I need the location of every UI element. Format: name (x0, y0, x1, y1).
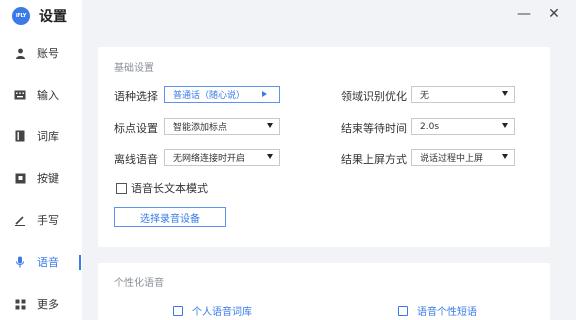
language-select[interactable]: 普通话（随心说） (164, 86, 280, 103)
long-text-mode-checkbox[interactable] (116, 182, 127, 194)
sidebar-item-input[interactable]: 输入 (0, 81, 82, 109)
minimize-button[interactable]: — (514, 4, 534, 24)
dropdown-arrow-icon (502, 154, 508, 159)
sidebar-item-label: 词库 (37, 130, 59, 143)
personal-phrase-link[interactable]: 语音个性短语 (398, 303, 477, 318)
lexicon-icon (173, 305, 183, 316)
active-indicator (79, 255, 81, 270)
sidebar-item-label: 语音 (37, 256, 59, 269)
sidebar-item-label: 更多 (37, 298, 59, 311)
sidebar-item-keys[interactable]: 按键 (0, 164, 82, 192)
phrase-icon (398, 305, 408, 316)
sidebar-item-voice[interactable]: 语音 (0, 248, 82, 276)
ifly-logo-icon: iFLY (12, 7, 30, 25)
personal-lexicon-link[interactable]: 个人语音词库 (173, 303, 252, 318)
sidebar-item-label: 账号 (37, 47, 59, 60)
screen-mode-value: 说话过程中上屏 (420, 154, 484, 164)
section-title-personal: 个性化语音 (114, 278, 164, 289)
select-recording-device-button[interactable]: 选择录音设备 (114, 207, 226, 227)
person-icon (14, 47, 26, 59)
close-button[interactable]: ✕ (544, 4, 564, 24)
play-arrow-icon (262, 91, 267, 97)
brand: iFLY 设置 (12, 5, 67, 27)
sidebar-item-handwriting[interactable]: 手写 (0, 206, 82, 234)
page-title: 设置 (39, 9, 67, 25)
personal-phrase-label: 语音个性短语 (417, 307, 477, 318)
sidebar-item-label: 手写 (37, 214, 59, 227)
sidebar-item-label: 输入 (37, 89, 59, 102)
domain-select[interactable]: 无 (411, 86, 515, 103)
pen-icon (14, 214, 26, 226)
domain-label: 领域识别优化 (341, 90, 407, 103)
domain-value: 无 (420, 91, 430, 101)
dropdown-arrow-icon (502, 123, 508, 128)
grid-icon (14, 298, 26, 310)
dropdown-arrow-icon (267, 123, 273, 128)
sidebar: iFLY 设置 账号 输入 词库 按键 手写 语音 更多 (0, 0, 82, 320)
personal-lexicon-label: 个人语音词库 (192, 307, 252, 318)
language-value: 普通话（随心说） (173, 91, 246, 101)
sidebar-item-more[interactable]: 更多 (0, 290, 82, 318)
dropdown-arrow-icon (267, 154, 273, 159)
book-icon (14, 130, 26, 142)
punctuation-label: 标点设置 (114, 122, 158, 135)
punctuation-value: 智能添加标点 (173, 123, 228, 133)
section-title-basic: 基础设置 (114, 63, 154, 74)
wait-time-value: 2.0s (420, 121, 440, 132)
punctuation-select[interactable]: 智能添加标点 (164, 118, 280, 135)
sidebar-item-label: 按键 (37, 172, 59, 185)
sidebar-item-lexicon[interactable]: 词库 (0, 122, 82, 150)
basic-settings-panel: 基础设置 语种选择 普通话（随心说） 标点设置 智能添加标点 离线语音 无网络连… (98, 47, 550, 247)
sidebar-item-account[interactable]: 账号 (0, 39, 82, 67)
keyboard-icon (14, 89, 26, 101)
key-icon (14, 172, 26, 184)
wait-time-select[interactable]: 2.0s (411, 118, 515, 135)
screen-mode-select[interactable]: 说话过程中上屏 (411, 149, 515, 166)
language-label: 语种选择 (114, 90, 158, 103)
personal-voice-panel: 个性化语音 个人语音词库 语音个性短语 (98, 263, 550, 320)
offline-value: 无网络连接时开启 (173, 154, 246, 164)
offline-select[interactable]: 无网络连接时开启 (164, 149, 280, 166)
mic-icon (14, 256, 26, 268)
offline-label: 离线语音 (114, 153, 158, 166)
dropdown-arrow-icon (502, 91, 508, 96)
screen-mode-label: 结果上屏方式 (341, 153, 407, 166)
long-text-mode-label: 语音长文本模式 (131, 182, 208, 195)
long-text-mode-option[interactable]: 语音长文本模式 (116, 180, 208, 196)
wait-time-label: 结束等待时间 (341, 122, 407, 135)
